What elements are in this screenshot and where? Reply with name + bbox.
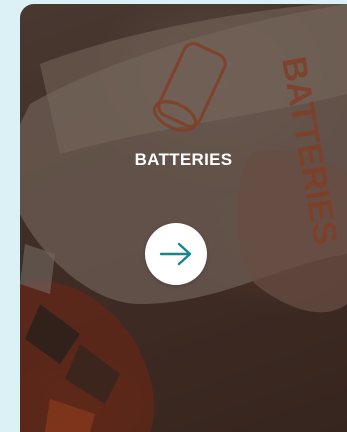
batteries-category-card[interactable]: BATTERIES BATTERIES — [20, 4, 347, 432]
arrow-right-icon — [159, 242, 192, 266]
page: BATTERIES BATTERIES — [0, 0, 347, 432]
dark-overlay — [20, 4, 347, 432]
card-title: BATTERIES — [134, 150, 233, 169]
card-arrow-button[interactable] — [145, 223, 207, 285]
